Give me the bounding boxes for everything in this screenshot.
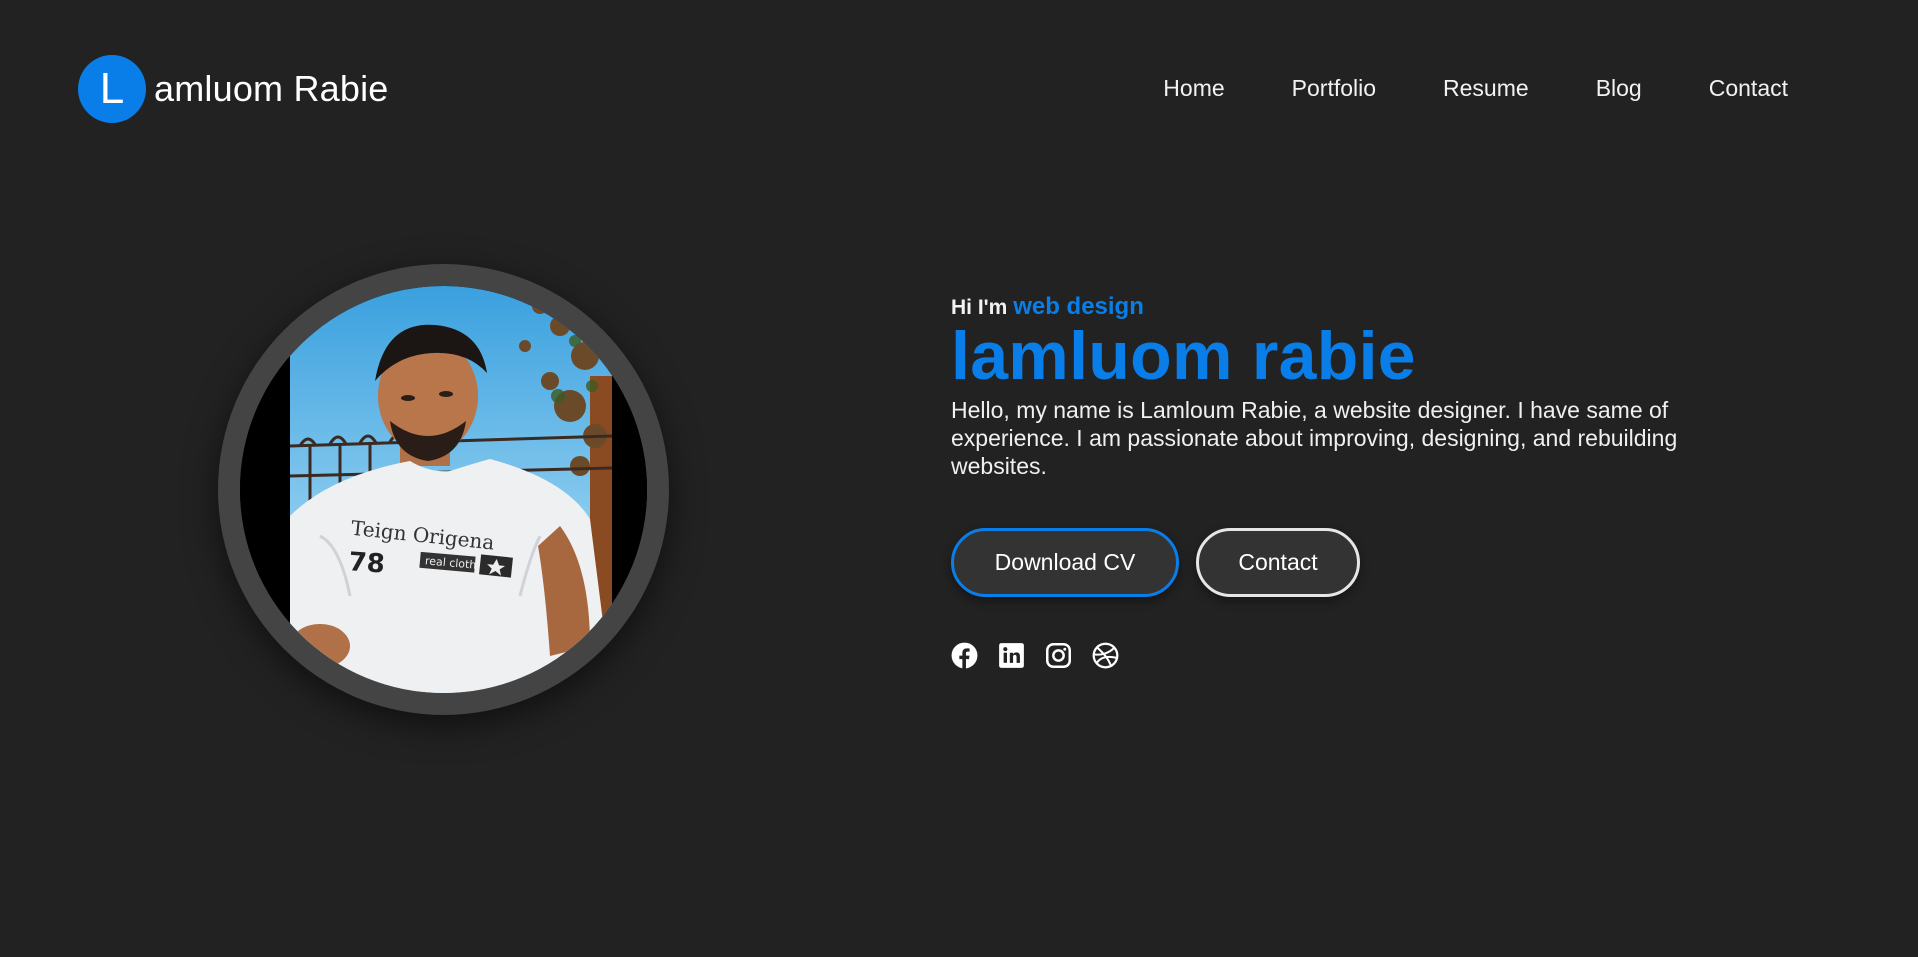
- nav-home[interactable]: Home: [1163, 75, 1224, 102]
- nav-blog[interactable]: Blog: [1596, 75, 1642, 102]
- greeting-prefix: Hi I'm: [951, 296, 1008, 319]
- hero-buttons: Download CV Contact: [951, 528, 1731, 598]
- facebook-icon[interactable]: [951, 642, 978, 670]
- download-cv-button[interactable]: Download CV: [951, 528, 1179, 598]
- hero-name: lamluom rabie: [951, 318, 1416, 394]
- profile-photo-frame: Teign Origena 78 real clothes: [218, 264, 669, 715]
- logo-text: amluom Rabie: [154, 68, 389, 109]
- tshirt-print-line2: 78: [348, 547, 386, 579]
- logo-badge: L: [78, 55, 146, 123]
- nav-resume[interactable]: Resume: [1443, 75, 1529, 102]
- linkedin-icon[interactable]: [998, 642, 1025, 669]
- greeting: Hi I'm web design: [951, 293, 1731, 321]
- site-logo[interactable]: L amluom Rabie: [78, 55, 389, 123]
- portfolio-page: L amluom Rabie Home Portfolio Resume Blo…: [0, 0, 1918, 957]
- hero-bio: Hello, my name is Lamloum Rabie, a websi…: [951, 397, 1678, 480]
- profile-photo: Teign Origena 78 real clothes: [240, 286, 647, 693]
- social-links: [951, 642, 1731, 670]
- contact-button[interactable]: Contact: [1196, 528, 1360, 598]
- profile-photo-illustration: Teign Origena 78 real clothes: [240, 286, 647, 693]
- role-text: web design: [1013, 293, 1144, 320]
- instagram-icon[interactable]: [1045, 642, 1072, 669]
- hero-section: Hi I'm web design lamluom rabie Hello, m…: [951, 293, 1731, 670]
- nav-portfolio[interactable]: Portfolio: [1292, 75, 1376, 102]
- nav-contact[interactable]: Contact: [1709, 75, 1788, 102]
- dribbble-icon[interactable]: [1092, 642, 1119, 669]
- main-nav: Home Portfolio Resume Blog Contact: [1163, 75, 1788, 102]
